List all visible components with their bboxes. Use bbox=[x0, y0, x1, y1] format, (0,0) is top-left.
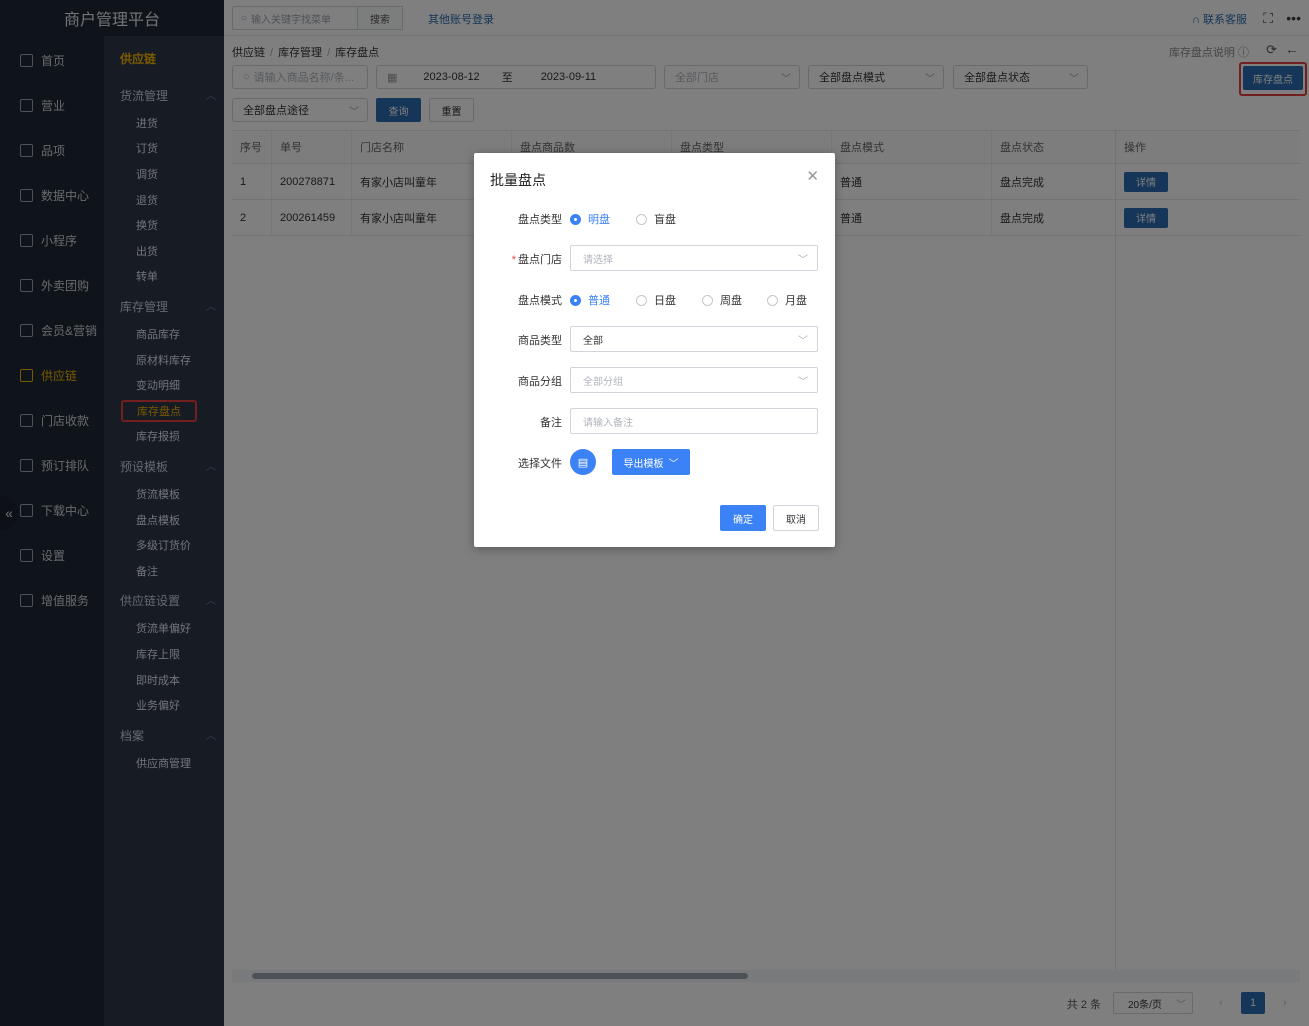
chevron-down-icon: ﹀ bbox=[798, 377, 808, 388]
store-select[interactable]: 请选择 ﹀ bbox=[570, 245, 818, 271]
product-type-label: 商品类型 bbox=[518, 335, 562, 347]
dialog-title: 批量盘点 bbox=[490, 172, 546, 188]
radio-dot bbox=[636, 213, 647, 225]
radio-mode-monthly[interactable]: 月盘 bbox=[767, 292, 807, 308]
remark-label: 备注 bbox=[540, 417, 562, 429]
mode-label: 盘点模式 bbox=[518, 295, 562, 307]
file-upload-icon[interactable]: ▤ bbox=[570, 449, 596, 475]
radio-mode-daily[interactable]: 日盘 bbox=[636, 292, 676, 308]
file-label: 选择文件 bbox=[518, 458, 562, 470]
store-label: * 盘点门店 bbox=[511, 254, 562, 266]
group-select[interactable]: 全部分组 ﹀ bbox=[570, 367, 818, 393]
radio-type-open[interactable]: 明盘 bbox=[570, 211, 610, 227]
radio-dot bbox=[636, 294, 647, 306]
close-icon[interactable]: ✕ bbox=[806, 167, 819, 185]
radio-mode-weekly[interactable]: 周盘 bbox=[702, 292, 742, 308]
product-type-select[interactable]: 全部 ﹀ bbox=[570, 326, 818, 352]
confirm-button[interactable]: 确定 bbox=[720, 505, 766, 531]
radio-dot bbox=[767, 294, 778, 306]
batch-stocktake-dialog: 批量盘点 ✕ 盘点类型 明盘 盲盘 * 盘点门店 请选择 ﹀ 盘点模式 普通 日盘 … bbox=[474, 153, 835, 547]
export-template-button[interactable]: 导出模板 ﹀ bbox=[612, 449, 690, 475]
type-label: 盘点类型 bbox=[518, 214, 562, 226]
radio-mode-normal[interactable]: 普通 bbox=[570, 292, 610, 308]
group-label: 商品分组 bbox=[518, 376, 562, 388]
chevron-down-icon: ﹀ bbox=[668, 458, 679, 470]
cancel-button[interactable]: 取消 bbox=[773, 505, 819, 531]
radio-dot bbox=[702, 294, 713, 306]
radio-type-blind[interactable]: 盲盘 bbox=[636, 211, 676, 227]
chevron-down-icon: ﹀ bbox=[798, 255, 808, 266]
remark-input[interactable]: 请输入备注 bbox=[570, 408, 818, 434]
chevron-down-icon: ﹀ bbox=[798, 336, 808, 347]
radio-dot bbox=[570, 213, 581, 225]
radio-dot bbox=[570, 294, 581, 306]
